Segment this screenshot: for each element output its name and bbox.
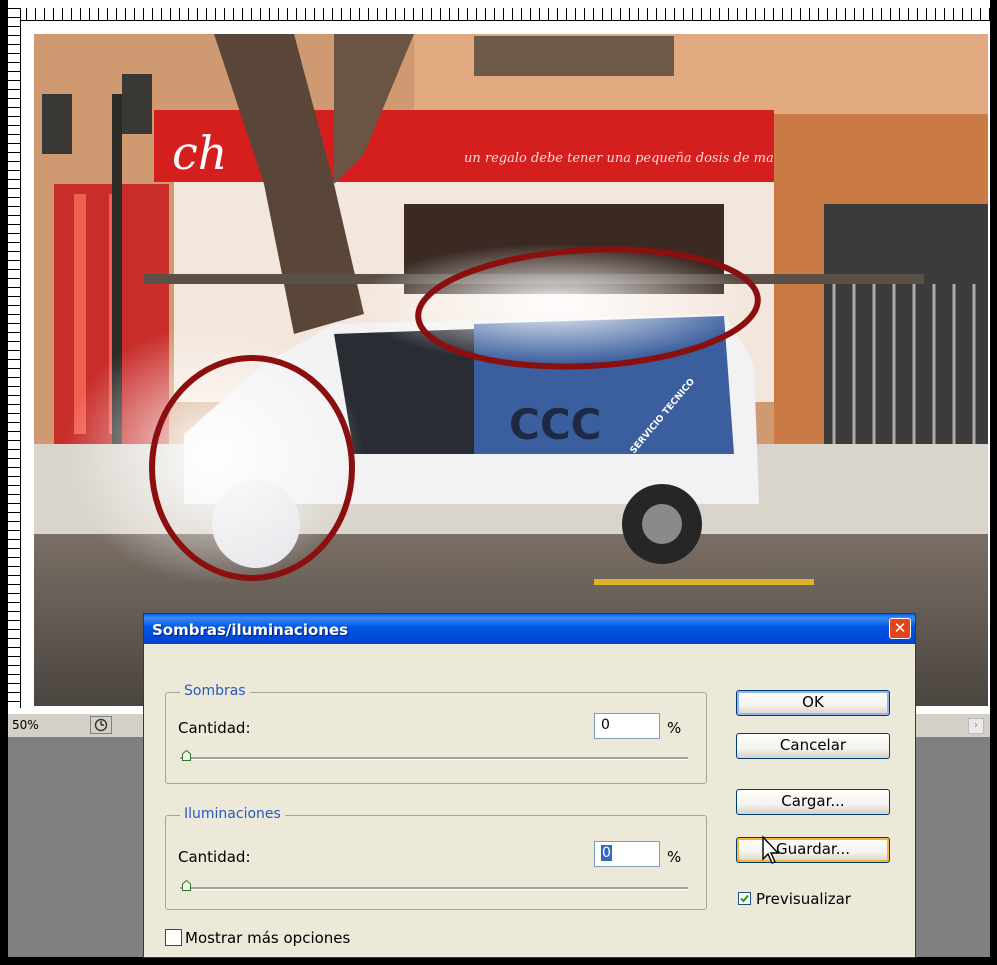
shadows-percent-label: % bbox=[667, 719, 682, 737]
highlights-amount-label: Cantidad: bbox=[178, 848, 251, 866]
close-button[interactable]: ✕ bbox=[889, 618, 911, 639]
dialog-titlebar[interactable]: Sombras/iluminaciones ✕ bbox=[144, 614, 915, 644]
right-border bbox=[990, 0, 997, 965]
photoshop-window: ch un regalo debe tener una pequeña dosi… bbox=[0, 0, 997, 965]
highlights-percent-label: % bbox=[667, 848, 682, 866]
shadows-amount-input[interactable]: 0 bbox=[594, 713, 660, 739]
more-options-label: Mostrar más opciones bbox=[185, 929, 351, 947]
highlights-amount-value: 0 bbox=[601, 845, 612, 861]
load-button[interactable]: Cargar... bbox=[736, 789, 890, 815]
vertical-ruler bbox=[8, 8, 21, 708]
highlights-slider-thumb[interactable] bbox=[182, 880, 191, 891]
highlights-legend: Iluminaciones bbox=[180, 806, 285, 822]
shadows-legend: Sombras bbox=[180, 683, 250, 699]
zoom-level[interactable]: 50% bbox=[12, 718, 39, 732]
left-border bbox=[0, 0, 8, 965]
preview-checkbox[interactable] bbox=[738, 892, 751, 905]
close-icon: ✕ bbox=[893, 619, 907, 637]
mouse-cursor-icon bbox=[762, 835, 780, 864]
preview-label: Previsualizar bbox=[756, 890, 851, 908]
highlights-amount-input[interactable]: 0 bbox=[594, 841, 660, 867]
status-info-icon bbox=[94, 718, 108, 732]
status-info-button[interactable] bbox=[90, 716, 112, 734]
scroll-right-arrow[interactable]: › bbox=[968, 718, 984, 734]
dialog-title: Sombras/iluminaciones bbox=[152, 621, 349, 639]
horizontal-ruler bbox=[8, 8, 990, 21]
image-canvas[interactable]: ch un regalo debe tener una pequeña dosi… bbox=[34, 34, 988, 706]
ok-button[interactable]: OK bbox=[736, 690, 890, 716]
shop-sign-text: ch bbox=[172, 126, 227, 180]
street-photo: ch un regalo debe tener una pequeña dosi… bbox=[34, 34, 988, 706]
shop-slogan-text: un regalo debe tener una pequeña dosis d… bbox=[464, 151, 806, 166]
checkmark-icon bbox=[740, 894, 749, 903]
cancel-button[interactable]: Cancelar bbox=[736, 733, 890, 759]
highlights-group: Iluminaciones Cantidad: 0 % bbox=[165, 806, 707, 910]
highlights-slider-track[interactable] bbox=[180, 887, 688, 890]
shadows-slider-track[interactable] bbox=[180, 757, 688, 760]
more-options-checkbox[interactable] bbox=[165, 929, 182, 946]
shadows-slider-thumb[interactable] bbox=[182, 750, 191, 761]
van-logo-text: CCC bbox=[509, 400, 601, 449]
shadows-amount-label: Cantidad: bbox=[178, 719, 251, 737]
shadows-highlights-dialog: Sombras/iluminaciones ✕ Sombras Cantidad… bbox=[143, 613, 916, 958]
bottom-border bbox=[0, 957, 997, 965]
shadows-group: Sombras Cantidad: 0 % bbox=[165, 683, 707, 784]
